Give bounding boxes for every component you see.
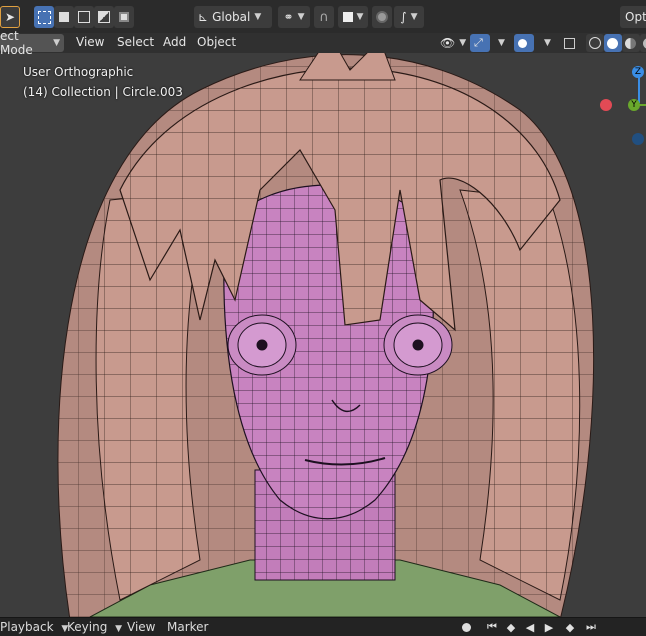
chevron-down-icon: ▼ (254, 12, 262, 22)
gizmo-arrows-icon: ⤢ (474, 36, 483, 49)
record-button[interactable] (458, 619, 474, 635)
overlays-icon (518, 38, 527, 48)
select-extend-icon (59, 12, 69, 22)
play-reverse-icon: ◀ (525, 620, 535, 634)
select-invert-icon (98, 11, 110, 23)
select-subtract-icon (78, 11, 90, 23)
select-mode-extend-button[interactable] (54, 6, 74, 28)
jump-end-button[interactable]: ⏭ (583, 619, 599, 635)
left-eye (227, 314, 297, 376)
gizmo-z-label: Z (634, 67, 642, 77)
cursor-arrow-icon: ➤ (4, 10, 16, 24)
right-eye (383, 314, 453, 376)
playback-label: Playback (0, 620, 54, 634)
navigation-gizmo[interactable]: Z Y (596, 63, 646, 145)
jump-start-button[interactable]: ⏮ (484, 619, 500, 635)
visibility-dropdown[interactable]: 👁 ▼ (436, 34, 466, 52)
orientation-axes-icon: ⊾ (198, 10, 209, 24)
chevron-down-icon: ▼ (410, 12, 418, 22)
playback-menu[interactable]: Playback ▼ (0, 620, 68, 634)
gizmo-toggle[interactable]: ⤢ (470, 34, 490, 52)
gizmo-z-negative-axis[interactable] (632, 133, 644, 145)
shading-rendered-button[interactable] (640, 34, 646, 52)
chevron-down-icon: ▼ (115, 624, 123, 634)
interaction-mode-dropdown[interactable]: ect Mode ▼ (0, 29, 64, 57)
falloff-curve-icon: ∫ (400, 10, 407, 24)
proportional-editing-toggle[interactable] (372, 6, 392, 28)
options-dropdown[interactable]: Opt (620, 6, 646, 28)
play-reverse-button[interactable]: ◀ (522, 619, 538, 635)
jump-end-icon: ⏭ (586, 620, 596, 633)
keyframe-forward-icon: ◆ (565, 620, 575, 634)
overlays-toggle[interactable] (514, 34, 534, 52)
select-tool-button[interactable]: ➤ (0, 6, 20, 28)
keying-label: Keying (67, 620, 108, 634)
timeline-header: Playback ▼ Keying ▼ View Marker ⏮ ◆ ◀ ▶ … (0, 617, 646, 636)
keyframe-back-icon: ◆ (506, 620, 516, 634)
gizmo-z-axis[interactable]: Z (632, 66, 644, 78)
chevron-down-icon: ▼ (356, 12, 364, 22)
solid-sphere-icon (607, 37, 618, 49)
chevron-down-icon: ▼ (459, 38, 467, 48)
material-sphere-icon (625, 37, 636, 49)
jump-keyframe-forward-button[interactable]: ◆ (562, 619, 578, 635)
snap-toggle[interactable]: ∩ (314, 6, 334, 28)
shading-material-button[interactable] (622, 34, 640, 52)
viewport-header: ect Mode ▼ View Select Add Object 👁 ▼ ⤢ … (0, 29, 646, 57)
xray-toggle[interactable] (560, 34, 580, 52)
gizmo-y-axis[interactable]: Y (628, 99, 640, 111)
proportional-falloff-dropdown[interactable]: ∫ ▼ (394, 6, 424, 28)
select-mode-intersect-button[interactable] (114, 6, 134, 28)
record-icon (461, 622, 471, 632)
view-name-label: User Orthographic (23, 65, 134, 79)
gizmo-x-negative-axis[interactable] (600, 99, 612, 111)
collection-info-label: (14) Collection | Circle.003 (23, 85, 183, 99)
menu-select[interactable]: Select (117, 35, 154, 49)
jump-start-icon: ⏮ (487, 620, 497, 633)
wireframe-sphere-icon (589, 37, 601, 49)
gizmo-z-line (638, 75, 640, 103)
gizmo-dropdown-chevron-icon[interactable]: ▼ (498, 38, 505, 48)
select-box-icon (37, 10, 51, 24)
timeline-view-menu[interactable]: View (127, 620, 155, 634)
xray-icon (564, 37, 575, 49)
jump-keyframe-back-button[interactable]: ◆ (503, 619, 519, 635)
play-button[interactable]: ▶ (541, 619, 557, 635)
pivot-link-icon: ⚭ (283, 10, 294, 24)
menu-object[interactable]: Object (197, 35, 236, 49)
eye-icon: 👁 (440, 36, 456, 50)
chevron-down-icon: ▼ (297, 12, 305, 22)
select-intersect-icon (119, 12, 129, 22)
menu-add[interactable]: Add (163, 35, 186, 49)
tool-header: ➤ ⊾ Global ▼ ⚭ ▼ ∩ ▼ ∫ ▼ Opt (0, 0, 646, 33)
keying-menu[interactable]: Keying ▼ (67, 620, 122, 634)
pivot-point-dropdown[interactable]: ⚭ ▼ (278, 6, 310, 28)
shading-solid-button[interactable] (604, 34, 622, 52)
overlays-dropdown-chevron-icon[interactable]: ▼ (544, 38, 551, 48)
options-label: Opt (625, 10, 646, 24)
marker-menu[interactable]: Marker (167, 620, 208, 634)
gizmo-y-line (639, 104, 646, 106)
transform-orientation-dropdown[interactable]: ⊾ Global ▼ (194, 6, 272, 28)
snap-element-dropdown[interactable]: ▼ (338, 6, 368, 28)
select-mode-invert-button[interactable] (94, 6, 114, 28)
magnet-icon: ∩ (319, 9, 329, 25)
menu-view[interactable]: View (76, 35, 104, 49)
proportional-circle-icon (376, 11, 388, 23)
select-mode-subtract-button[interactable] (74, 6, 94, 28)
select-mode-new-button[interactable] (34, 6, 54, 28)
shading-wireframe-button[interactable] (586, 34, 604, 52)
chevron-down-icon: ▼ (53, 38, 60, 48)
gizmo-y-label: Y (631, 100, 637, 110)
transform-orientation-value: Global (212, 10, 251, 24)
3d-viewport[interactable]: User Orthographic (14) Collection | Circ… (0, 53, 646, 617)
snap-square-icon (342, 12, 353, 22)
character-mesh (57, 53, 595, 617)
play-icon: ▶ (544, 620, 554, 634)
